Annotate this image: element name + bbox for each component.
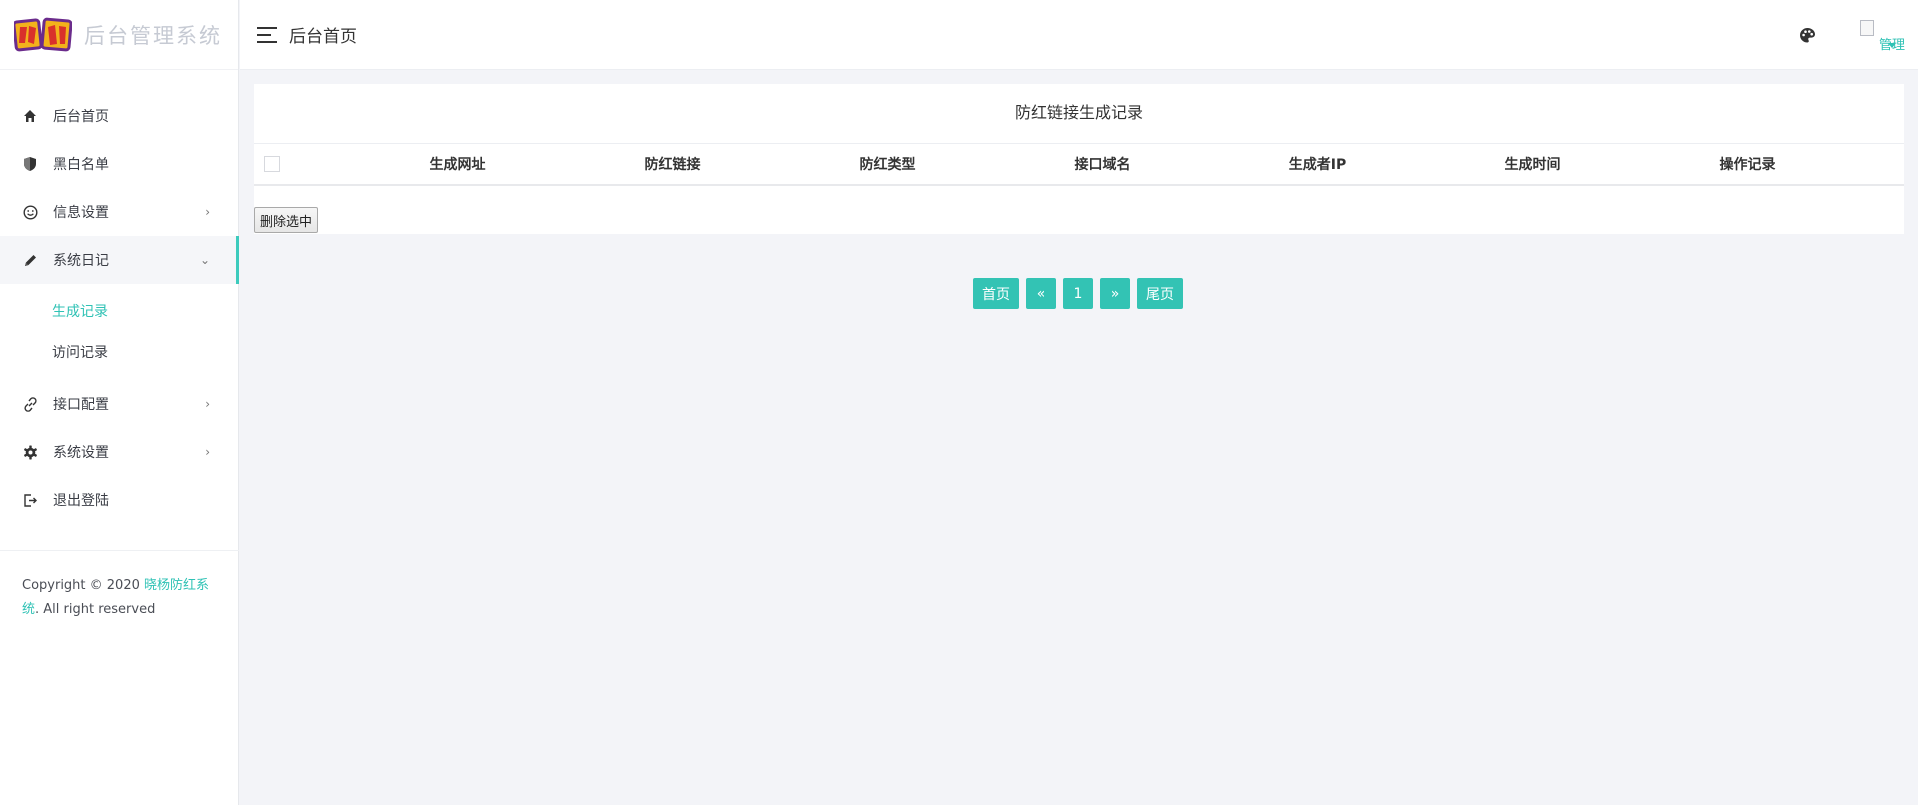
link-icon: [22, 396, 38, 412]
table-header: 生成网址 防红链接 防红类型 接口域名 生成者IP 生成时间 操作记录: [254, 143, 1904, 186]
column-header: 生成者IP: [1288, 157, 1347, 173]
chevron-right-icon: ›: [205, 445, 210, 459]
chevron-down-icon: ⌄: [199, 253, 210, 267]
caret-down-icon: [1888, 43, 1896, 48]
next-page-button[interactable]: »: [1100, 278, 1130, 309]
column-header: 操作记录: [1719, 157, 1776, 173]
sidebar-item-logout[interactable]: 退出登陆: [0, 476, 238, 524]
delete-selected-button[interactable]: 删除选中: [254, 207, 319, 233]
sidebar-item-label: 系统日记: [53, 253, 109, 269]
brand[interactable]: 后台管理系统: [0, 0, 238, 70]
submenu-item-generate-records[interactable]: 生成记录: [0, 290, 238, 331]
column-header: 生成时间: [1504, 157, 1561, 173]
column-header: 防红链接: [644, 157, 701, 173]
column-header: 接口域名: [1074, 157, 1131, 173]
sidebar-divider: [0, 550, 239, 551]
sidebar: 后台管理系统 后台首页 黑白名单 信息设置 › 系统日记 ⌄ 生成记录 访问记录…: [0, 0, 239, 805]
sidebar-item-label: 系统设置: [53, 445, 109, 461]
sidebar-item-blacklist[interactable]: 黑白名单: [0, 140, 238, 188]
chevron-right-icon: ›: [205, 397, 210, 411]
prev-page-button[interactable]: «: [1026, 278, 1056, 309]
system-name: 后台管理系统: [84, 23, 222, 48]
sidebar-item-label: 接口配置: [53, 397, 109, 413]
shield-icon: [22, 156, 38, 172]
submenu-system-log: 生成记录 访问记录: [0, 284, 238, 380]
copyright: Copyright © 2020 晓杨防红系统. All right reser…: [22, 574, 222, 622]
gear-icon: [22, 444, 38, 460]
pencil-icon: [22, 252, 38, 268]
sidebar-item-api-config[interactable]: 接口配置 ›: [0, 380, 238, 428]
copyright-suffix: . All right reserved: [35, 602, 156, 617]
sidebar-item-info-settings[interactable]: 信息设置 ›: [0, 188, 238, 236]
chevron-right-icon: ›: [205, 205, 210, 219]
avatar: [1860, 20, 1874, 36]
header-right: 管理: [1799, 0, 1918, 70]
first-page-button[interactable]: 首页: [973, 278, 1019, 309]
palette-icon[interactable]: [1799, 27, 1816, 44]
sidebar-item-home[interactable]: 后台首页: [0, 92, 238, 140]
menu-toggle-icon[interactable]: [257, 26, 277, 43]
user-menu[interactable]: 管理: [1846, 10, 1906, 60]
pagination: 首页 « 1 » 尾页: [973, 278, 1183, 309]
copyright-prefix: Copyright © 2020: [22, 578, 145, 593]
sidebar-item-system-settings[interactable]: 系统设置 ›: [0, 428, 238, 476]
panel-title: 防红链接生成记录: [1014, 103, 1143, 122]
sidebar-item-label: 后台首页: [53, 109, 109, 125]
select-all-checkbox[interactable]: [264, 156, 280, 172]
records-panel: 防红链接生成记录 生成网址 防红链接 防红类型 接口域名 生成者IP 生成时间 …: [254, 84, 1904, 234]
submenu-item-visit-records[interactable]: 访问记录: [0, 331, 238, 372]
sidebar-item-label: 信息设置: [53, 205, 109, 221]
sidebar-item-label: 退出登陆: [53, 493, 109, 509]
sidebar-item-system-log[interactable]: 系统日记 ⌄: [0, 236, 239, 284]
last-page-button[interactable]: 尾页: [1137, 278, 1183, 309]
smile-icon: [22, 204, 38, 220]
logo-icon: [14, 17, 72, 53]
column-header: 防红类型: [859, 157, 916, 173]
column-header: 生成网址: [429, 157, 486, 173]
sidebar-menu: 后台首页 黑白名单 信息设置 › 系统日记 ⌄ 生成记录 访问记录 接口配置 ›…: [0, 70, 239, 524]
page-number-button[interactable]: 1: [1063, 278, 1093, 309]
top-header: 后台首页 管理: [240, 0, 1918, 70]
page-title: 后台首页: [289, 27, 357, 47]
logout-icon: [22, 492, 38, 508]
sidebar-item-label: 黑白名单: [53, 157, 109, 173]
home-icon: [22, 108, 38, 124]
